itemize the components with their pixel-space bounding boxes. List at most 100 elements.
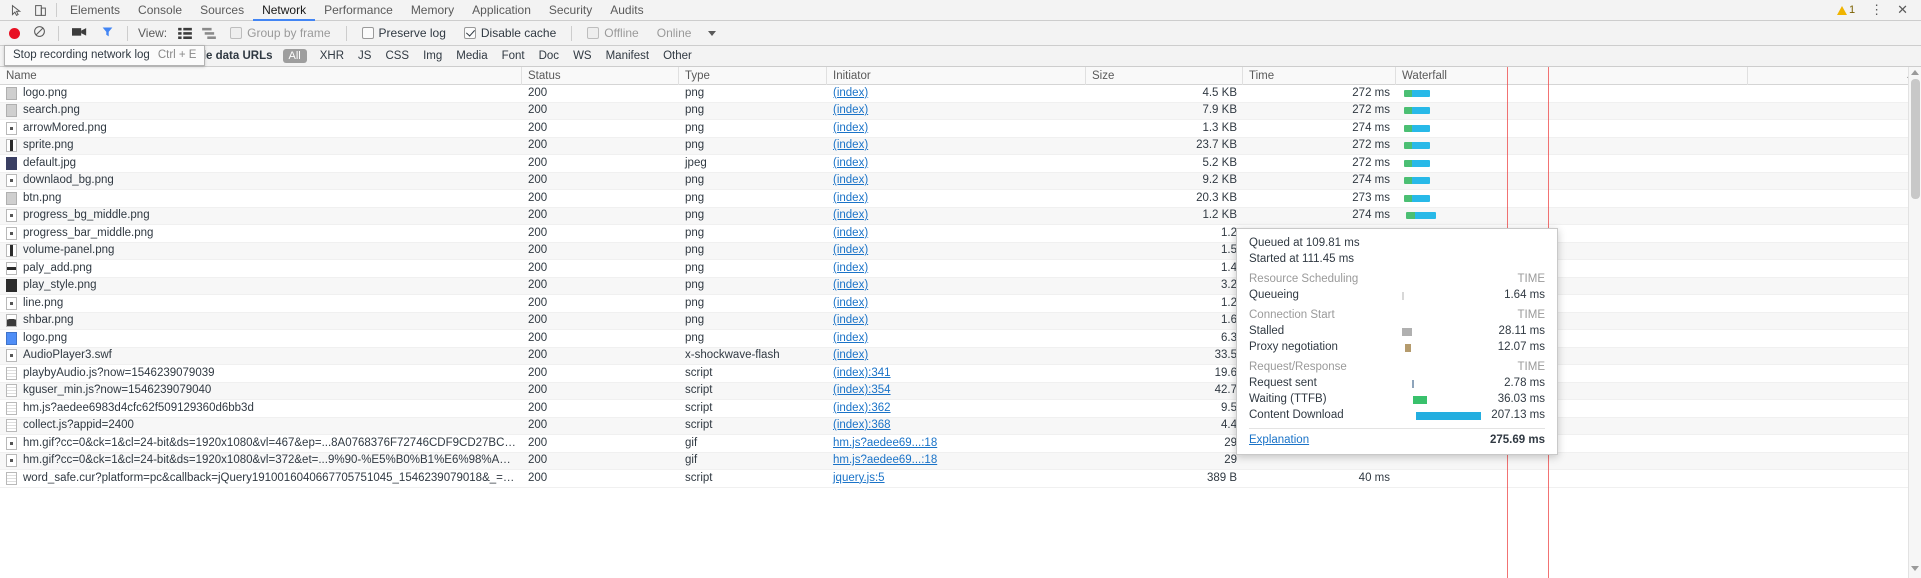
cell-initiator[interactable]: (index) — [827, 225, 1086, 243]
table-row[interactable]: paly_add.png 200 png (index) 1.4 — [0, 260, 1921, 278]
tab-performance[interactable]: Performance — [315, 0, 402, 21]
cell-waterfall[interactable] — [1396, 172, 1748, 190]
clear-icon[interactable] — [33, 25, 46, 41]
cell-name[interactable]: logo.png — [0, 85, 522, 103]
offline-checkbox[interactable]: Offline — [587, 26, 639, 40]
initiator-link[interactable]: hm.js?aedee69...:18 — [833, 437, 937, 449]
table-row[interactable]: logo.png 200 png (index) 6.3 — [0, 330, 1921, 348]
initiator-link[interactable]: hm.js?aedee69...:18 — [833, 454, 937, 466]
cell-initiator[interactable]: (index) — [827, 172, 1086, 190]
table-row[interactable]: volume-panel.png 200 png (index) 1.5 — [0, 242, 1921, 260]
initiator-link[interactable]: (index) — [833, 157, 868, 169]
filter-img[interactable]: Img — [416, 50, 449, 62]
filter-ws[interactable]: WS — [566, 50, 599, 62]
cell-initiator[interactable]: (index):362 — [827, 400, 1086, 418]
filter-xhr[interactable]: XHR — [313, 50, 351, 62]
initiator-link[interactable]: (index):354 — [833, 384, 891, 396]
cell-name[interactable]: search.png — [0, 102, 522, 120]
cell-name[interactable]: default.jpg — [0, 155, 522, 173]
cell-waterfall[interactable] — [1396, 102, 1748, 120]
cell-initiator[interactable]: (index) — [827, 85, 1086, 103]
initiator-link[interactable]: (index) — [833, 227, 868, 239]
filter-css[interactable]: CSS — [378, 50, 416, 62]
cell-initiator[interactable]: hm.js?aedee69...:18 — [827, 452, 1086, 470]
cell-name[interactable]: collect.js?appid=2400 — [0, 417, 522, 435]
throttling-select[interactable]: Online — [657, 26, 692, 40]
cell-initiator[interactable]: (index) — [827, 137, 1086, 155]
cell-initiator[interactable]: jquery.js:5 — [827, 470, 1086, 488]
waterfall-bar[interactable] — [1404, 177, 1430, 184]
initiator-link[interactable]: (index) — [833, 209, 868, 221]
cell-name[interactable]: progress_bar_middle.png — [0, 225, 522, 243]
cell-waterfall[interactable] — [1396, 155, 1748, 173]
explanation-link[interactable]: Explanation — [1249, 434, 1309, 446]
vertical-scrollbar[interactable] — [1908, 67, 1921, 578]
group-by-frame-checkbox[interactable]: Group by frame — [230, 26, 331, 40]
cell-initiator[interactable]: (index) — [827, 207, 1086, 225]
cell-waterfall[interactable] — [1396, 85, 1748, 103]
waterfall-bar[interactable] — [1404, 194, 1430, 202]
table-row[interactable]: word_safe.cur?platform=pc&callback=jQuer… — [0, 470, 1921, 488]
cell-initiator[interactable]: (index):354 — [827, 382, 1086, 400]
initiator-link[interactable]: (index) — [833, 314, 868, 326]
table-row[interactable]: play_style.png 200 png (index) 3.2 — [0, 277, 1921, 295]
table-row[interactable]: playbyAudio.js?now=1546239079039 200 scrip… — [0, 365, 1921, 383]
capture-screenshots-icon[interactable] — [72, 26, 87, 40]
table-row[interactable]: kguser_min.js?now=1546239079040 200 script… — [0, 382, 1921, 400]
preserve-log-checkbox[interactable]: Preserve log — [361, 26, 446, 40]
filter-other[interactable]: Other — [656, 50, 699, 62]
tab-elements[interactable]: Elements — [61, 0, 129, 21]
table-row[interactable]: collect.js?appid=2400 200 script (index):36… — [0, 417, 1921, 435]
waterfall-bar[interactable] — [1404, 159, 1430, 167]
close-icon[interactable]: ✕ — [1890, 2, 1915, 18]
waterfall-bar[interactable] — [1404, 142, 1430, 149]
initiator-link[interactable]: jquery.js:5 — [833, 472, 885, 484]
column-header-type[interactable]: Type — [679, 67, 827, 85]
table-row[interactable]: arrowMored.png 200 png (index) 1.3 KB 274 ms — [0, 120, 1921, 138]
table-row[interactable]: progress_bg_middle.png 200 png (index) 1.2 K… — [0, 207, 1921, 225]
cell-initiator[interactable]: (index) — [827, 155, 1086, 173]
cell-initiator[interactable]: (index) — [827, 312, 1086, 330]
waterfall-view-icon[interactable] — [202, 27, 216, 39]
cell-name[interactable]: arrowMored.png — [0, 120, 522, 138]
initiator-link[interactable]: (index) — [833, 279, 868, 291]
filter-icon[interactable] — [101, 25, 114, 41]
column-header-size[interactable]: Size — [1086, 67, 1243, 85]
tab-memory[interactable]: Memory — [402, 0, 463, 21]
initiator-link[interactable]: (index) — [833, 139, 868, 151]
cell-name[interactable]: downlaod_bg.png — [0, 172, 522, 190]
initiator-link[interactable]: (index) — [833, 262, 868, 274]
table-row[interactable]: logo.png 200 png (index) 4.5 KB 272 ms — [0, 85, 1921, 103]
table-row[interactable]: hm.gif?cc=0&ck=1&cl=24-bit&ds=1920x1080&… — [0, 435, 1921, 453]
initiator-link[interactable]: (index):368 — [833, 419, 891, 431]
cell-name[interactable]: hm.js?aedee6983d4cfc62f509129360d6bb3d — [0, 400, 522, 418]
scrollbar-thumb[interactable] — [1911, 79, 1920, 199]
filter-js[interactable]: JS — [351, 50, 378, 62]
table-row[interactable]: progress_bar_middle.png 200 png (index) 1.2 — [0, 225, 1921, 243]
chevron-down-icon[interactable] — [708, 30, 717, 36]
cell-waterfall[interactable] — [1396, 470, 1748, 488]
cell-initiator[interactable]: hm.js?aedee69...:18 — [827, 435, 1086, 453]
cell-name[interactable]: btn.png — [0, 190, 522, 208]
cell-waterfall[interactable] — [1396, 137, 1748, 155]
cell-initiator[interactable]: (index) — [827, 330, 1086, 348]
initiator-link[interactable]: (index) — [833, 104, 868, 116]
cell-waterfall[interactable] — [1396, 207, 1748, 225]
initiator-link[interactable]: (index) — [833, 122, 868, 134]
cell-name[interactable]: line.png — [0, 295, 522, 313]
column-header-waterfall[interactable]: Waterfall — [1396, 67, 1748, 85]
table-row[interactable]: hm.js?aedee6983d4cfc62f509129360d6bb3d 20… — [0, 400, 1921, 418]
cell-initiator[interactable]: (index) — [827, 242, 1086, 260]
initiator-link[interactable]: (index) — [833, 192, 868, 204]
tab-security[interactable]: Security — [540, 0, 601, 21]
inspect-element-icon[interactable] — [4, 0, 28, 20]
cell-name[interactable]: word_safe.cur?platform=pc&callback=jQuer… — [0, 470, 522, 488]
cell-name[interactable]: AudioPlayer3.swf — [0, 347, 522, 365]
initiator-link[interactable]: (index) — [833, 174, 868, 186]
cell-initiator[interactable]: (index) — [827, 190, 1086, 208]
table-row[interactable]: default.jpg 200 jpeg (index) 5.2 KB 272 ms — [0, 155, 1921, 173]
waterfall-bar[interactable] — [1404, 124, 1430, 132]
table-row[interactable]: downlaod_bg.png 200 png (index) 9.2 KB 274 ms — [0, 172, 1921, 190]
column-header-name[interactable]: Name — [0, 67, 522, 85]
cell-initiator[interactable]: (index) — [827, 102, 1086, 120]
